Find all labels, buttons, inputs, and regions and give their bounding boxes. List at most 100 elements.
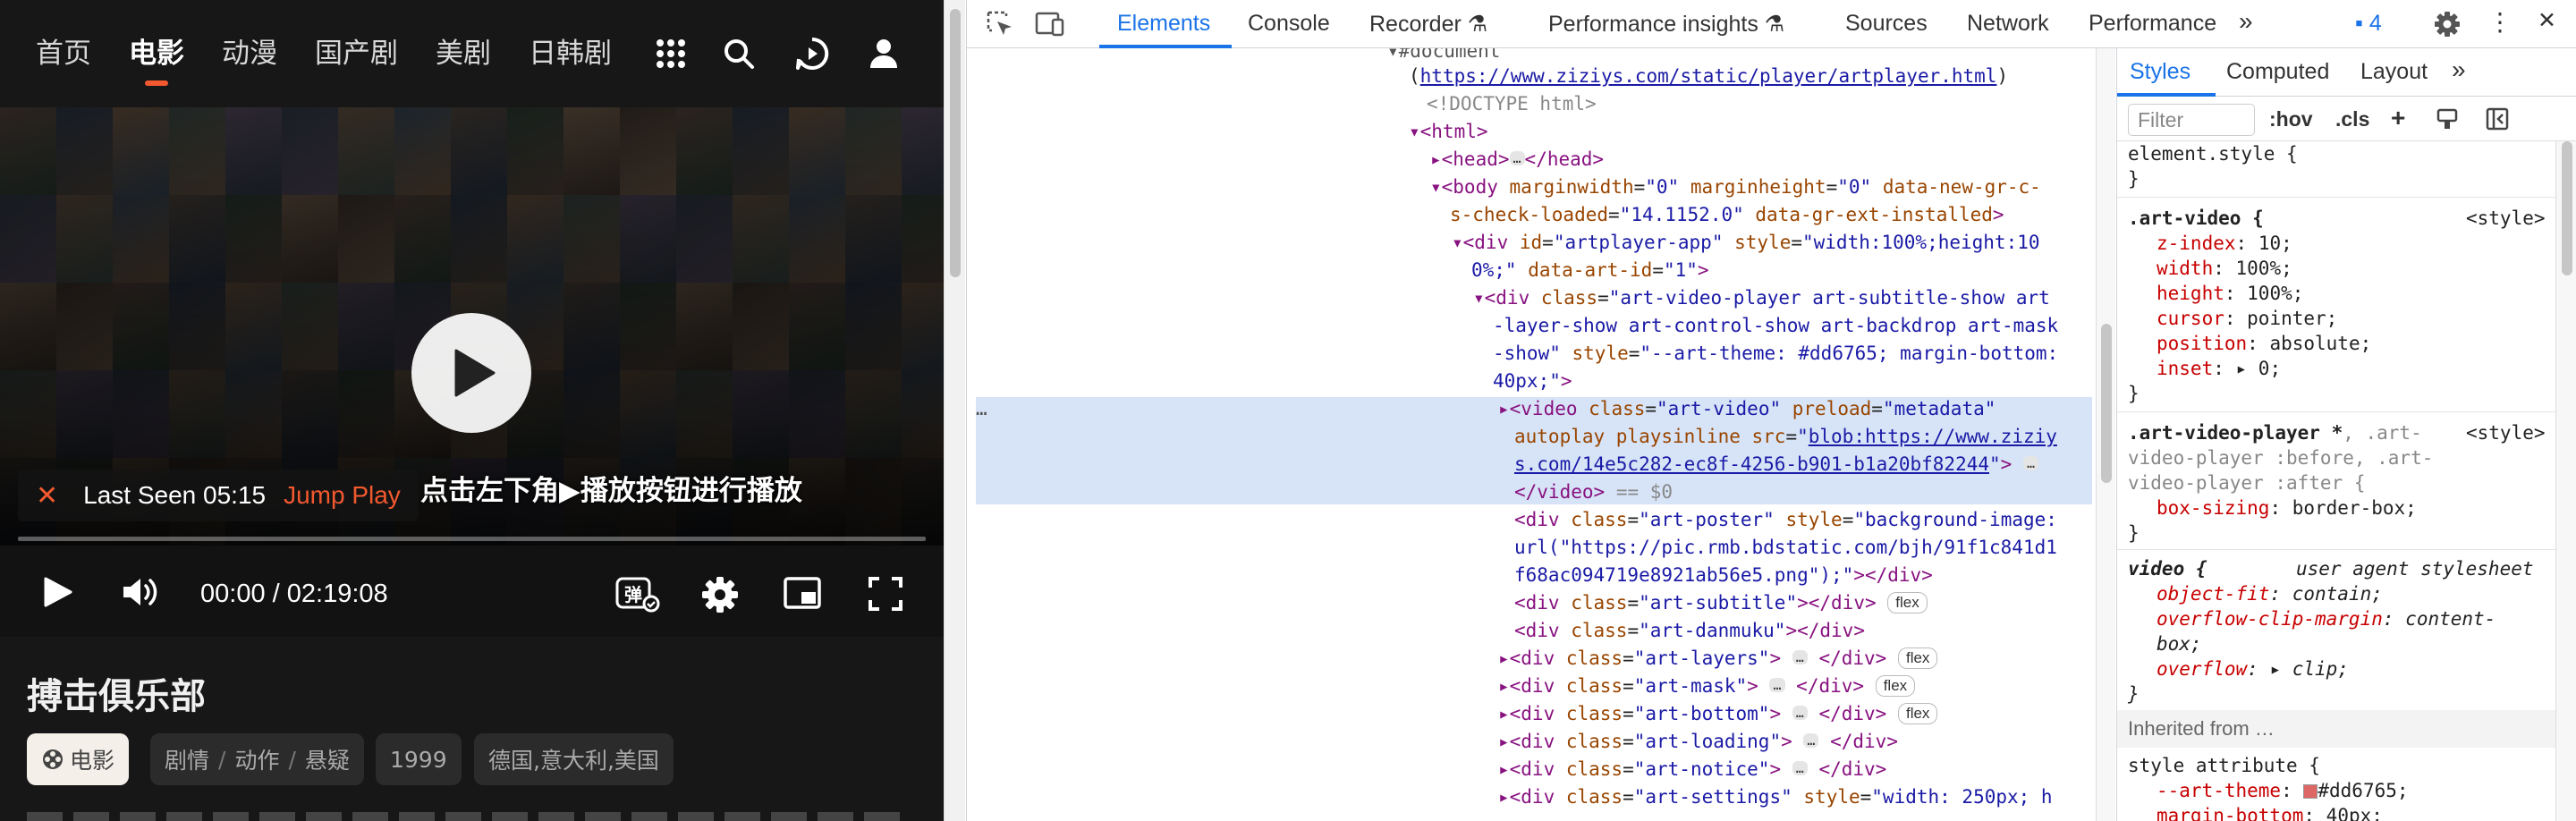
dom-line[interactable]: ▸<div class="art-bottom"> … </div> flex bbox=[1498, 700, 1938, 728]
inherited-from-header: Inherited from … bbox=[2117, 710, 2555, 748]
styles-scrollbar[interactable] bbox=[2555, 141, 2576, 821]
rule-selector[interactable]: style attribute { bbox=[2128, 753, 2320, 778]
document-url-link[interactable]: https://www.ziziys.com/static/player/art… bbox=[1420, 65, 1997, 87]
cls-toggle[interactable]: .cls bbox=[2335, 107, 2369, 131]
nav-item-us-series[interactable]: 美剧 bbox=[436, 39, 491, 68]
video-player[interactable]: ✕ Last Seen 05:15 Jump Play 点击左下角▶播放按钮进行… bbox=[0, 107, 944, 637]
rule-source-link[interactable]: <style> bbox=[2466, 420, 2546, 445]
issues-badge[interactable]: ▪ 4 bbox=[2355, 11, 2382, 37]
dom-line: (https://www.ziziys.com/static/player/ar… bbox=[1409, 65, 2009, 87]
sidebar-toggle-icon[interactable] bbox=[2486, 107, 2509, 131]
color-swatch[interactable] bbox=[2303, 784, 2318, 799]
page-scrollbar[interactable] bbox=[944, 0, 965, 821]
nav-item-movies[interactable]: 电影 bbox=[129, 39, 184, 86]
dom-line[interactable]: ▾<div class="art-video-player art-subtit… bbox=[1473, 284, 2050, 312]
new-rule-icon[interactable]: + bbox=[2391, 104, 2405, 132]
tab-sources[interactable]: Sources bbox=[1845, 11, 1928, 37]
nav-item-anime[interactable]: 动漫 bbox=[222, 39, 277, 68]
category-chip[interactable]: 电影 bbox=[27, 733, 130, 785]
big-play-button[interactable] bbox=[411, 313, 531, 433]
hov-toggle[interactable]: :hov bbox=[2269, 107, 2313, 131]
dom-line[interactable]: <!DOCTYPE html> bbox=[1427, 90, 1597, 118]
tab-styles[interactable]: Styles bbox=[2130, 59, 2190, 85]
more-options-icon[interactable]: ⋮ bbox=[2487, 7, 2512, 37]
style-property[interactable]: position: absolute; bbox=[2157, 331, 2371, 356]
search-icon[interactable] bbox=[721, 36, 757, 72]
tab-recorder[interactable]: Recorder ⚗ bbox=[1369, 11, 1487, 38]
style-property[interactable]: width: 100%; bbox=[2157, 256, 2292, 281]
dom-line-selected[interactable]: ▸<video class="art-video" preload="metad… bbox=[1498, 395, 1996, 423]
style-property[interactable]: cursor: pointer; bbox=[2157, 306, 2337, 331]
dom-line[interactable]: <div class="art-danmuku"></div> bbox=[1514, 617, 1865, 645]
grid-menu-icon[interactable] bbox=[653, 36, 689, 72]
flex-badge[interactable]: flex bbox=[1897, 647, 1938, 669]
computed-styles-toggle-icon[interactable] bbox=[2436, 107, 2459, 131]
dom-line[interactable]: ▾<body marginwidth="0" marginheight="0" … bbox=[1430, 174, 2041, 201]
tab-performance-insights[interactable]: Performance insights ⚗ bbox=[1548, 11, 1784, 38]
settings-gear-icon[interactable] bbox=[701, 576, 739, 614]
style-property[interactable]: height: 100%; bbox=[2157, 281, 2303, 306]
tab-console[interactable]: Console bbox=[1248, 11, 1330, 37]
nav-item-domestic-series[interactable]: 国产剧 bbox=[315, 39, 398, 68]
style-property[interactable]: margin-bottom: 40px; bbox=[2157, 803, 2383, 821]
volume-icon[interactable] bbox=[122, 576, 159, 608]
tab-computed[interactable]: Computed bbox=[2226, 59, 2329, 85]
rule-source-link[interactable]: <style> bbox=[2466, 206, 2546, 231]
picture-in-picture-icon[interactable] bbox=[784, 576, 821, 610]
dom-line[interactable]: <div class="art-poster" style="backgroun… bbox=[1514, 506, 2057, 534]
genre-link[interactable]: 动作 bbox=[234, 743, 279, 775]
flex-badge[interactable]: flex bbox=[1887, 592, 1928, 614]
tab-network[interactable]: Network bbox=[1967, 11, 2049, 37]
dom-line: </video> == $0 bbox=[1514, 481, 1674, 503]
region-chip[interactable]: 德国,意大利,美国 bbox=[474, 733, 674, 785]
rule-selector[interactable]: .art-video { bbox=[2128, 206, 2264, 231]
style-property[interactable]: inset: ▸ 0; bbox=[2157, 356, 2281, 381]
rule-selector[interactable]: .art-video-player *, .art-video-player :… bbox=[2128, 420, 2468, 495]
dom-line[interactable]: ▸<div class="art-layers"> … </div> flex bbox=[1498, 645, 1938, 673]
close-devtools-icon[interactable]: ✕ bbox=[2538, 7, 2556, 34]
progress-bar[interactable] bbox=[18, 537, 926, 541]
svg-text:弹: 弹 bbox=[624, 584, 642, 605]
danmaku-toggle-icon[interactable]: 弹 bbox=[615, 576, 660, 614]
settings-gear-icon[interactable] bbox=[2434, 11, 2461, 38]
close-icon[interactable]: ✕ bbox=[36, 480, 58, 512]
current-time: 00:00 bbox=[200, 580, 266, 608]
styles-filter-input[interactable]: Filter bbox=[2128, 104, 2255, 136]
dom-line[interactable]: ▸<div class="art-mask"> … </div> flex bbox=[1498, 673, 1916, 700]
nav-item-jp-kr-series[interactable]: 日韩剧 bbox=[529, 39, 612, 68]
tab-layout[interactable]: Layout bbox=[2360, 59, 2428, 85]
jump-play-link[interactable]: Jump Play bbox=[284, 481, 401, 510]
dom-line[interactable]: ▸<div class="art-notice"> … </div> bbox=[1498, 756, 1886, 783]
dom-line[interactable]: ▾<div id="artplayer-app" style="width:10… bbox=[1452, 229, 2040, 257]
play-icon[interactable] bbox=[43, 576, 73, 608]
year-chip[interactable]: 1999 bbox=[376, 733, 462, 785]
inspect-element-icon[interactable] bbox=[987, 11, 1015, 38]
genre-link[interactable]: 剧情 bbox=[165, 743, 209, 775]
genre-link[interactable]: 悬疑 bbox=[305, 743, 350, 775]
elements-scrollbar[interactable] bbox=[2096, 48, 2115, 821]
nav-item-home[interactable]: 首页 bbox=[36, 39, 91, 68]
tab-elements[interactable]: Elements bbox=[1117, 11, 1210, 37]
style-property[interactable]: z-index: 10; bbox=[2157, 231, 2292, 256]
flex-badge[interactable]: flex bbox=[1875, 675, 1916, 697]
dom-line: 0%;" data-art-id="1"> bbox=[1471, 259, 1709, 281]
dom-line[interactable]: ▾<html> bbox=[1409, 118, 1488, 146]
more-tabs-icon[interactable]: » bbox=[2239, 7, 2253, 36]
tab-performance[interactable]: Performance bbox=[2089, 11, 2216, 37]
device-toolbar-icon[interactable] bbox=[1035, 11, 1065, 38]
more-tabs-icon[interactable]: » bbox=[2452, 55, 2466, 84]
dom-line[interactable]: ▸<head>… </head> bbox=[1430, 146, 1604, 174]
last-seen-bar: ✕ Last Seen 05:15 Jump Play bbox=[18, 470, 419, 521]
style-property[interactable]: box-sizing: border-box; bbox=[2157, 495, 2417, 521]
fullscreen-icon[interactable] bbox=[868, 576, 903, 612]
style-property[interactable]: --art-theme: #dd6765; bbox=[2157, 778, 2409, 803]
dom-line[interactable]: <div class="art-subtitle"></div> flex bbox=[1514, 589, 1928, 617]
user-icon[interactable] bbox=[866, 36, 902, 72]
dom-line[interactable]: ▸<div class="art-settings" style="width:… bbox=[1498, 783, 2053, 811]
dom-line[interactable]: ▸<div class="art-loading"> … </div> bbox=[1498, 728, 1898, 756]
rule-selector[interactable]: video { bbox=[2128, 556, 2207, 581]
history-play-icon[interactable] bbox=[794, 36, 830, 72]
rule-selector[interactable]: element.style { bbox=[2128, 141, 2298, 166]
node-actions-icon[interactable]: … bbox=[976, 395, 987, 423]
flex-badge[interactable]: flex bbox=[1897, 703, 1938, 724]
